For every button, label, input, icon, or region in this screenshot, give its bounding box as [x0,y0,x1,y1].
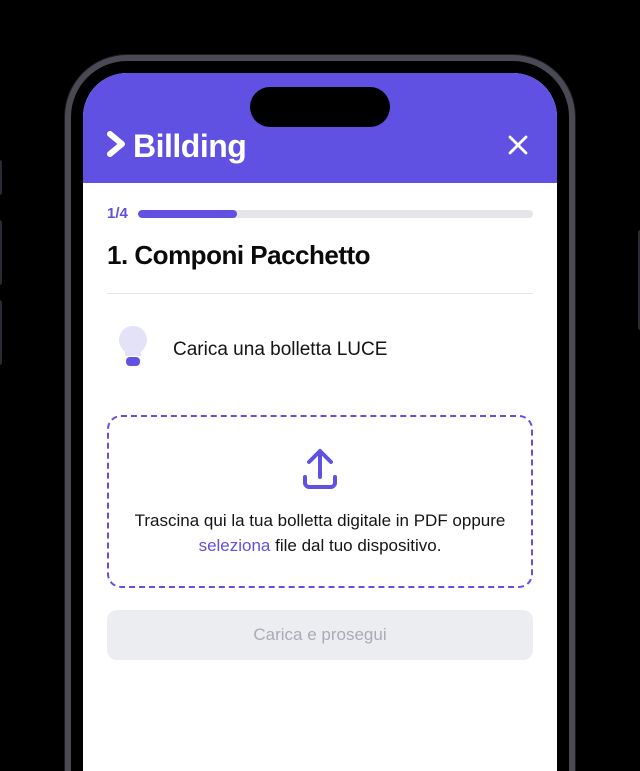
upload-dropzone[interactable]: Trascina qui la tua bolletta digitale in… [107,415,533,588]
progress-row: 1/4 [107,205,533,222]
dropzone-text-after: file dal tuo dispositivo. [270,536,441,555]
phone-side-button [0,220,2,285]
close-button[interactable] [503,129,533,165]
progress-label: 1/4 [107,205,128,222]
progress-track [138,210,533,218]
hint-text: Carica una bolletta LUCE [173,339,387,361]
brand-logo: Billding [107,128,246,165]
phone-frame: Billding 1/4 1. Componi Pacchetto [65,55,575,771]
hint-row: Carica una bolletta LUCE [107,324,533,375]
upload-submit-button[interactable]: Carica e prosegui [107,610,533,660]
dropzone-text: Trascina qui la tua bolletta digitale in… [131,509,509,558]
lightbulb-icon [115,324,151,375]
upload-icon [295,443,345,493]
content-area: 1/4 1. Componi Pacchetto Carica una bol [83,183,557,660]
app-screen: Billding 1/4 1. Componi Pacchetto [83,73,557,771]
brand-text: Billding [133,128,246,165]
phone-side-button [0,300,2,365]
phone-bezel: Billding 1/4 1. Componi Pacchetto [71,61,569,771]
progress-fill [138,210,237,218]
divider [107,293,533,294]
brand-chevron-icon [107,130,129,163]
page-title: 1. Componi Pacchetto [107,240,533,271]
dynamic-island [250,87,390,127]
close-icon [507,134,529,156]
dropzone-text-before: Trascina qui la tua bolletta digitale in… [135,511,506,530]
phone-side-button [0,160,2,195]
dropzone-select-link[interactable]: seleziona [199,536,271,555]
